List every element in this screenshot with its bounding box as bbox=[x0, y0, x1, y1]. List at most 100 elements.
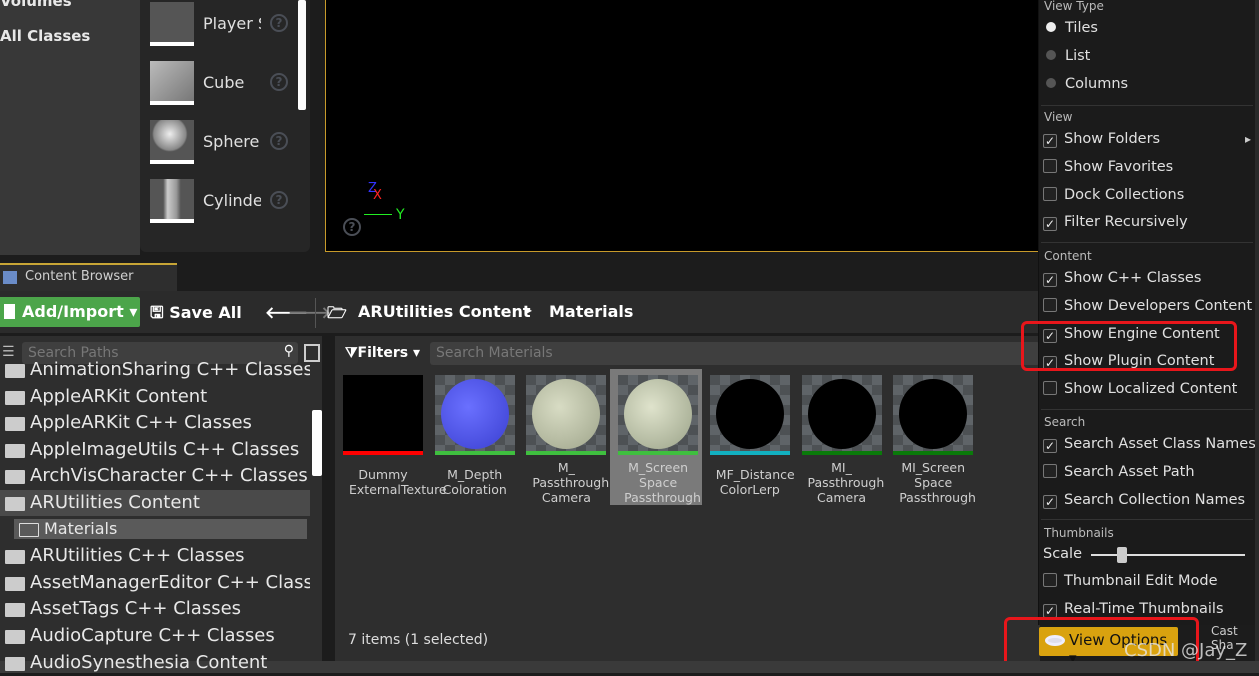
menu-separator bbox=[1041, 409, 1253, 410]
menu-item-checkbox[interactable]: Search Asset Path bbox=[1043, 463, 1195, 480]
status-text: 7 items (1 selected) bbox=[348, 632, 489, 648]
checkbox-unchecked-icon[interactable] bbox=[1043, 463, 1057, 478]
help-icon[interactable]: ? bbox=[270, 191, 288, 209]
menu-item-checkbox[interactable]: ✓ Show C++ Classes bbox=[1043, 270, 1201, 287]
path-scrollbar[interactable] bbox=[312, 410, 322, 476]
menu-item-label: Show Favorites bbox=[1064, 158, 1174, 175]
menu-item-label: List bbox=[1065, 47, 1091, 64]
help-icon[interactable]: ? bbox=[343, 218, 361, 236]
scale-label: Scale bbox=[1043, 546, 1083, 562]
menu-item-radio[interactable]: List bbox=[1043, 48, 1090, 64]
path-tree-item[interactable]: ARUtilities C++ Classes bbox=[0, 543, 310, 569]
menu-section-search: Search bbox=[1044, 415, 1086, 429]
help-icon[interactable]: ? bbox=[270, 73, 288, 91]
folder-icon bbox=[5, 470, 25, 485]
checkbox-checked-icon[interactable]: ✓ bbox=[1043, 603, 1057, 618]
filter-icon: ⧩ bbox=[345, 345, 358, 361]
menu-item-label: Show Developers Content bbox=[1064, 297, 1253, 314]
menu-item-checkbox[interactable]: Dock Collections bbox=[1043, 186, 1185, 203]
menu-item-checkbox[interactable]: Show Developers Content bbox=[1043, 297, 1253, 314]
menu-item-checkbox[interactable]: ✓ Search Collection Names bbox=[1043, 492, 1245, 509]
help-icon[interactable]: ? bbox=[270, 132, 288, 150]
radio-icon[interactable] bbox=[1046, 22, 1056, 32]
menu-separator bbox=[1041, 519, 1253, 520]
watermark: CSDN @Jay_Z bbox=[1124, 640, 1248, 661]
asset-tile[interactable]: MI_Screen Space Passthrough bbox=[885, 369, 977, 505]
path-tree-item[interactable]: ARUtilities Content bbox=[0, 490, 310, 516]
place-item[interactable]: Cylinde? bbox=[150, 179, 300, 227]
asset-label: M_Screen Space Passthrough bbox=[624, 460, 701, 505]
category-all-classes[interactable]: All Classes bbox=[0, 27, 90, 45]
asset-tile[interactable]: M_ Passthrough Camera bbox=[518, 369, 610, 505]
menu-item-checkbox[interactable]: Thumbnail Edit Mode bbox=[1043, 573, 1218, 589]
path-tree-item[interactable]: ArchVisCharacter C++ Classes bbox=[0, 463, 310, 489]
forward-button[interactable]: 🡒 bbox=[288, 302, 331, 322]
checkbox-checked-icon[interactable]: ✓ bbox=[1043, 439, 1057, 453]
menu-item-radio[interactable]: Columns bbox=[1043, 76, 1128, 92]
menu-item-checkbox[interactable]: ✓ Search Asset Class Names bbox=[1043, 436, 1256, 453]
radio-icon[interactable] bbox=[1046, 77, 1056, 88]
save-all-button[interactable]: 🖫 Save All bbox=[150, 302, 242, 329]
place-item[interactable]: Player S? bbox=[150, 2, 300, 50]
path-label: ArchVisCharacter C++ Classes bbox=[30, 465, 308, 487]
path-tree-item[interactable]: AssetTags C++ Classes bbox=[0, 596, 310, 622]
menu-item-checkbox[interactable]: ✓ Show Folders bbox=[1043, 131, 1160, 148]
player-start-thumbnail bbox=[150, 2, 194, 46]
help-icon[interactable]: ? bbox=[270, 14, 288, 32]
breadcrumb-materials[interactable]: Materials bbox=[549, 302, 633, 321]
path-tree-item[interactable]: AppleARKit C++ Classes bbox=[0, 410, 310, 436]
asset-tile[interactable]: M_Screen Space Passthrough bbox=[610, 369, 703, 505]
scale-slider[interactable] bbox=[1091, 547, 1245, 563]
asset-tile[interactable]: MI_ Passthrough Camera bbox=[794, 369, 886, 505]
checkbox-checked-icon[interactable]: ✓ bbox=[1043, 217, 1057, 232]
path-label: AppleARKit Content bbox=[30, 385, 208, 407]
menu-item-checkbox[interactable]: Show Favorites bbox=[1043, 158, 1174, 175]
tab-content-browser[interactable]: Content Browser bbox=[0, 263, 177, 291]
category-volumes[interactable]: Volumes bbox=[0, 0, 72, 10]
menu-section-thumbnails: Thumbnails bbox=[1044, 526, 1114, 540]
viewport[interactable]: Z X Y ? bbox=[325, 0, 1040, 252]
add-import-button[interactable]: Add/Import ▾ bbox=[0, 297, 140, 327]
asset-tile[interactable]: M_Depth Coloration bbox=[427, 369, 519, 505]
checkbox-unchecked-icon[interactable] bbox=[1043, 186, 1057, 201]
path-tree-item[interactable]: AudioCapture C++ Classes bbox=[0, 623, 310, 649]
checkbox-checked-icon[interactable]: ✓ bbox=[1043, 494, 1057, 509]
asset-tile[interactable]: MF_Distance ColorLerp bbox=[702, 369, 795, 505]
asset-tile[interactable]: Dummy ExternalTexture bbox=[335, 369, 447, 505]
asset-label: M_Depth Coloration bbox=[442, 467, 507, 497]
folder-icon bbox=[5, 550, 25, 565]
material-sphere bbox=[715, 379, 784, 449]
path-tree-item[interactable]: AppleARKit Content bbox=[0, 384, 310, 410]
checkbox-unchecked-icon[interactable] bbox=[1043, 573, 1057, 587]
path-tree-item[interactable]: Materials bbox=[14, 518, 307, 539]
menu-item-checkbox[interactable]: ✓ Filter Recursively bbox=[1043, 214, 1188, 232]
breadcrumb-arutilities[interactable]: ARUtilities Content bbox=[358, 302, 531, 321]
place-item[interactable]: Sphere? bbox=[150, 120, 300, 168]
asset-type-bar bbox=[526, 451, 607, 455]
asset-label: MF_Distance ColorLerp bbox=[715, 467, 795, 497]
menu-item-checkbox[interactable]: Show Localized Content bbox=[1043, 381, 1237, 397]
menu-item-radio[interactable]: Tiles bbox=[1043, 20, 1098, 36]
place-item[interactable]: Cube? bbox=[150, 61, 300, 109]
scale-slider-handle[interactable] bbox=[1116, 547, 1127, 563]
radio-icon[interactable] bbox=[1046, 49, 1056, 60]
menu-item-label: Show Localized Content bbox=[1064, 381, 1238, 398]
checkbox-unchecked-icon[interactable] bbox=[1043, 297, 1057, 312]
path-tree-item[interactable]: AssetManagerEditor C++ Classes bbox=[0, 570, 310, 596]
search-placeholder: Search Materials bbox=[436, 345, 553, 361]
asset-type-bar bbox=[893, 451, 974, 455]
breadcrumb-chevron-icon: ▸ bbox=[526, 303, 533, 317]
placement-scrollbar[interactable] bbox=[298, 0, 306, 110]
search-materials-input[interactable]: Search Materials bbox=[430, 342, 1040, 365]
checkbox-checked-icon[interactable]: ✓ bbox=[1043, 273, 1057, 287]
path-tree-item[interactable]: AudioSynesthesia Content bbox=[0, 650, 310, 676]
path-tree-item[interactable]: AppleImageUtils C++ Classes bbox=[0, 437, 310, 463]
checkbox-checked-icon[interactable]: ✓ bbox=[1043, 134, 1057, 148]
menu-item-checkbox[interactable]: ✓ Real-Time Thumbnails bbox=[1043, 601, 1224, 618]
path-label: AppleImageUtils C++ Classes bbox=[30, 438, 300, 460]
checkbox-unchecked-icon[interactable] bbox=[1043, 158, 1057, 173]
filters-button[interactable]: ⧩Filters ▾ bbox=[345, 345, 420, 361]
path-tree-item[interactable]: AnimationSharing C++ Classes bbox=[0, 357, 310, 383]
checkbox-unchecked-icon[interactable] bbox=[1043, 381, 1057, 396]
menu-item-label: Dock Collections bbox=[1064, 186, 1185, 203]
